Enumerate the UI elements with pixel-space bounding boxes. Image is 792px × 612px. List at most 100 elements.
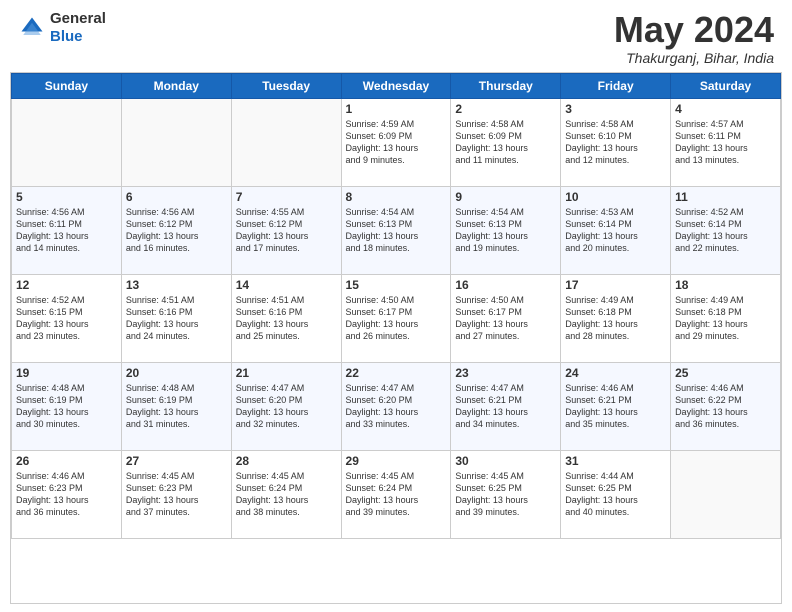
cal-cell-11: 11 Sunrise: 4:52 AMSunset: 6:14 PMDayligh… bbox=[671, 186, 781, 274]
location: Thakurganj, Bihar, India bbox=[614, 50, 774, 66]
cal-cell-empty-0-2 bbox=[231, 98, 341, 186]
day-number: 3 bbox=[565, 102, 666, 116]
cell-info: Sunrise: 4:55 AMSunset: 6:12 PMDaylight:… bbox=[236, 206, 337, 255]
day-number: 6 bbox=[126, 190, 227, 204]
cell-info: Sunrise: 4:44 AMSunset: 6:25 PMDaylight:… bbox=[565, 470, 666, 519]
cell-info: Sunrise: 4:45 AMSunset: 6:23 PMDaylight:… bbox=[126, 470, 227, 519]
cell-info: Sunrise: 4:54 AMSunset: 6:13 PMDaylight:… bbox=[455, 206, 556, 255]
cell-info: Sunrise: 4:50 AMSunset: 6:17 PMDaylight:… bbox=[346, 294, 447, 343]
day-number: 9 bbox=[455, 190, 556, 204]
day-number: 14 bbox=[236, 278, 337, 292]
cell-info: Sunrise: 4:47 AMSunset: 6:20 PMDaylight:… bbox=[346, 382, 447, 431]
cell-info: Sunrise: 4:46 AMSunset: 6:22 PMDaylight:… bbox=[675, 382, 776, 431]
cell-info: Sunrise: 4:52 AMSunset: 6:15 PMDaylight:… bbox=[16, 294, 117, 343]
cal-cell-20: 20 Sunrise: 4:48 AMSunset: 6:19 PMDayligh… bbox=[121, 362, 231, 450]
day-number: 4 bbox=[675, 102, 776, 116]
month-title: May 2024 bbox=[614, 10, 774, 50]
day-number: 13 bbox=[126, 278, 227, 292]
days-header-row: SundayMondayTuesdayWednesdayThursdayFrid… bbox=[12, 73, 781, 98]
cal-cell-3: 3 Sunrise: 4:58 AMSunset: 6:10 PMDaylight… bbox=[561, 98, 671, 186]
cell-info: Sunrise: 4:46 AMSunset: 6:23 PMDaylight:… bbox=[16, 470, 117, 519]
cell-info: Sunrise: 4:49 AMSunset: 6:18 PMDaylight:… bbox=[565, 294, 666, 343]
cal-cell-10: 10 Sunrise: 4:53 AMSunset: 6:14 PMDayligh… bbox=[561, 186, 671, 274]
cell-info: Sunrise: 4:57 AMSunset: 6:11 PMDaylight:… bbox=[675, 118, 776, 167]
day-number: 16 bbox=[455, 278, 556, 292]
week-row-4: 19 Sunrise: 4:48 AMSunset: 6:19 PMDayligh… bbox=[12, 362, 781, 450]
cal-cell-16: 16Sunrise: 4:50 AMSunset: 6:17 PMDayligh… bbox=[451, 274, 561, 362]
cal-cell-22: 22Sunrise: 4:47 AMSunset: 6:20 PMDayligh… bbox=[341, 362, 451, 450]
day-number: 7 bbox=[236, 190, 337, 204]
day-header-sunday: Sunday bbox=[12, 73, 122, 98]
cell-info: Sunrise: 4:46 AMSunset: 6:21 PMDaylight:… bbox=[565, 382, 666, 431]
day-number: 27 bbox=[126, 454, 227, 468]
cal-cell-27: 27 Sunrise: 4:45 AMSunset: 6:23 PMDayligh… bbox=[121, 450, 231, 538]
cal-cell-5: 5Sunrise: 4:56 AMSunset: 6:11 PMDaylight… bbox=[12, 186, 122, 274]
logo-icon bbox=[18, 14, 46, 42]
cal-cell-empty-0-1 bbox=[121, 98, 231, 186]
cell-info: Sunrise: 4:51 AMSunset: 6:16 PMDaylight:… bbox=[236, 294, 337, 343]
cell-info: Sunrise: 4:54 AMSunset: 6:13 PMDaylight:… bbox=[346, 206, 447, 255]
cell-info: Sunrise: 4:56 AMSunset: 6:12 PMDaylight:… bbox=[126, 206, 227, 255]
cal-cell-17: 17 Sunrise: 4:49 AMSunset: 6:18 PMDayligh… bbox=[561, 274, 671, 362]
cell-info: Sunrise: 4:48 AMSunset: 6:19 PMDaylight:… bbox=[126, 382, 227, 431]
cell-info: Sunrise: 4:52 AMSunset: 6:14 PMDaylight:… bbox=[675, 206, 776, 255]
day-number: 10 bbox=[565, 190, 666, 204]
day-number: 28 bbox=[236, 454, 337, 468]
cal-cell-7: 7 Sunrise: 4:55 AMSunset: 6:12 PMDaylight… bbox=[231, 186, 341, 274]
day-number: 8 bbox=[346, 190, 447, 204]
day-number: 17 bbox=[565, 278, 666, 292]
cal-cell-29: 29 Sunrise: 4:45 AMSunset: 6:24 PMDayligh… bbox=[341, 450, 451, 538]
day-header-saturday: Saturday bbox=[671, 73, 781, 98]
cal-cell-6: 6 Sunrise: 4:56 AMSunset: 6:12 PMDaylight… bbox=[121, 186, 231, 274]
day-number: 19 bbox=[16, 366, 117, 380]
cal-cell-15: 15 Sunrise: 4:50 AMSunset: 6:17 PMDayligh… bbox=[341, 274, 451, 362]
cell-info: Sunrise: 4:47 AMSunset: 6:20 PMDaylight:… bbox=[236, 382, 337, 431]
calendar-table: SundayMondayTuesdayWednesdayThursdayFrid… bbox=[11, 73, 781, 539]
cal-cell-empty-0-0 bbox=[12, 98, 122, 186]
day-number: 31 bbox=[565, 454, 666, 468]
cal-cell-21: 21Sunrise: 4:47 AMSunset: 6:20 PMDayligh… bbox=[231, 362, 341, 450]
cell-info: Sunrise: 4:59 AMSunset: 6:09 PMDaylight:… bbox=[346, 118, 447, 167]
day-number: 12 bbox=[16, 278, 117, 292]
day-number: 2 bbox=[455, 102, 556, 116]
day-header-thursday: Thursday bbox=[451, 73, 561, 98]
cal-cell-14: 14 Sunrise: 4:51 AMSunset: 6:16 PMDayligh… bbox=[231, 274, 341, 362]
cal-cell-1: 1 Sunrise: 4:59 AMSunset: 6:09 PMDaylight… bbox=[341, 98, 451, 186]
cell-info: Sunrise: 4:45 AMSunset: 6:25 PMDaylight:… bbox=[455, 470, 556, 519]
day-header-monday: Monday bbox=[121, 73, 231, 98]
cell-info: Sunrise: 4:53 AMSunset: 6:14 PMDaylight:… bbox=[565, 206, 666, 255]
header: General Blue May 2024 Thakurganj, Bihar,… bbox=[0, 0, 792, 72]
day-header-tuesday: Tuesday bbox=[231, 73, 341, 98]
day-number: 11 bbox=[675, 190, 776, 204]
logo-text: General Blue bbox=[50, 10, 106, 46]
cell-info: Sunrise: 4:58 AMSunset: 6:10 PMDaylight:… bbox=[565, 118, 666, 167]
cal-cell-23: 23Sunrise: 4:47 AMSunset: 6:21 PMDayligh… bbox=[451, 362, 561, 450]
day-number: 15 bbox=[346, 278, 447, 292]
day-number: 20 bbox=[126, 366, 227, 380]
cal-cell-18: 18 Sunrise: 4:49 AMSunset: 6:18 PMDayligh… bbox=[671, 274, 781, 362]
cal-cell-28: 28 Sunrise: 4:45 AMSunset: 6:24 PMDayligh… bbox=[231, 450, 341, 538]
cell-info: Sunrise: 4:58 AMSunset: 6:09 PMDaylight:… bbox=[455, 118, 556, 167]
week-row-2: 5Sunrise: 4:56 AMSunset: 6:11 PMDaylight… bbox=[12, 186, 781, 274]
day-number: 24 bbox=[565, 366, 666, 380]
day-header-friday: Friday bbox=[561, 73, 671, 98]
cell-info: Sunrise: 4:49 AMSunset: 6:18 PMDaylight:… bbox=[675, 294, 776, 343]
week-row-1: 1 Sunrise: 4:59 AMSunset: 6:09 PMDaylight… bbox=[12, 98, 781, 186]
cal-cell-9: 9 Sunrise: 4:54 AMSunset: 6:13 PMDaylight… bbox=[451, 186, 561, 274]
cell-info: Sunrise: 4:56 AMSunset: 6:11 PMDaylight:… bbox=[16, 206, 117, 255]
cal-cell-4: 4 Sunrise: 4:57 AMSunset: 6:11 PMDaylight… bbox=[671, 98, 781, 186]
page: General Blue May 2024 Thakurganj, Bihar,… bbox=[0, 0, 792, 612]
day-number: 30 bbox=[455, 454, 556, 468]
cell-info: Sunrise: 4:45 AMSunset: 6:24 PMDaylight:… bbox=[346, 470, 447, 519]
cal-cell-30: 30 Sunrise: 4:45 AMSunset: 6:25 PMDayligh… bbox=[451, 450, 561, 538]
day-number: 18 bbox=[675, 278, 776, 292]
cal-cell-12: 12 Sunrise: 4:52 AMSunset: 6:15 PMDayligh… bbox=[12, 274, 122, 362]
cell-info: Sunrise: 4:48 AMSunset: 6:19 PMDaylight:… bbox=[16, 382, 117, 431]
logo-blue: Blue bbox=[50, 28, 83, 45]
logo-general: General bbox=[50, 10, 106, 27]
day-number: 25 bbox=[675, 366, 776, 380]
day-number: 1 bbox=[346, 102, 447, 116]
cell-info: Sunrise: 4:45 AMSunset: 6:24 PMDaylight:… bbox=[236, 470, 337, 519]
cal-cell-empty-4-6 bbox=[671, 450, 781, 538]
day-number: 29 bbox=[346, 454, 447, 468]
